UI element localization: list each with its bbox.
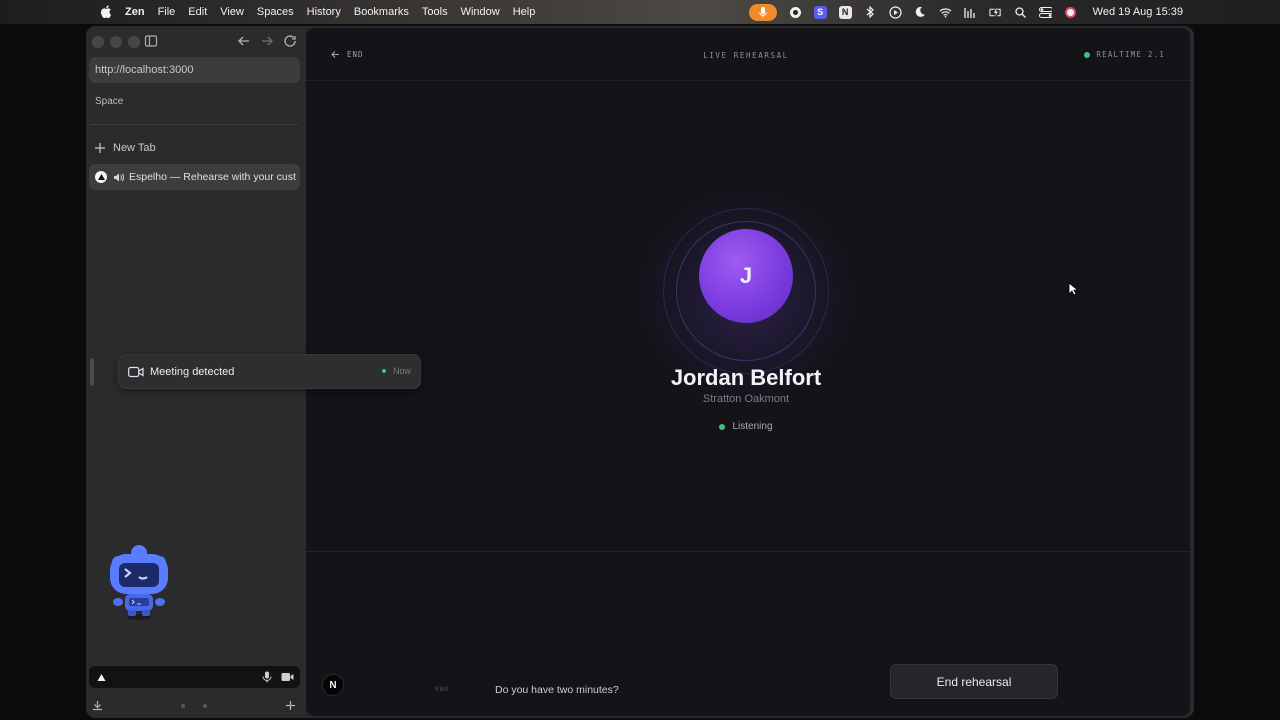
menu-edit[interactable]: Edit (188, 6, 207, 18)
record-icon[interactable] (789, 6, 802, 19)
menu-clock[interactable]: Wed 19 Aug 15:39 (1093, 6, 1183, 18)
mic-in-use-icon[interactable] (748, 3, 777, 21)
battery-icon[interactable] (989, 6, 1002, 19)
sidebar-toggle-icon[interactable] (144, 34, 158, 48)
company-name: Stratton Oakmont (702, 393, 790, 405)
vercel-favicon-icon (95, 171, 107, 183)
sidebar-resize-handle[interactable] (90, 358, 94, 386)
end-rehearsal-button[interactable]: End rehearsal (890, 664, 1058, 699)
notion-icon[interactable]: N (838, 5, 852, 19)
play-icon[interactable] (889, 5, 902, 19)
close-window-button[interactable] (92, 36, 104, 48)
plus-icon (95, 143, 105, 153)
menu-view[interactable]: View (220, 6, 244, 18)
notification-dot (381, 369, 386, 373)
robot-mascot-icon[interactable] (106, 544, 172, 622)
menu-window[interactable]: Window (461, 6, 500, 18)
url-bar[interactable]: http://localhost:3000 (89, 57, 300, 83)
mouse-cursor-icon (1068, 282, 1078, 296)
workspace-dot-2[interactable] (203, 704, 207, 708)
camera-icon[interactable] (281, 672, 294, 682)
notification-title: Meeting detected (150, 365, 235, 378)
menu-file[interactable]: File (158, 6, 176, 18)
browser-window: http://localhost:3000 Space New Tab Espe… (86, 26, 1194, 718)
sidebar-footer (86, 698, 306, 714)
speaker-icon[interactable] (113, 172, 124, 183)
avatar: J (699, 229, 793, 323)
tab-espelho[interactable]: Espelho — Rehearse with your cust (89, 164, 300, 190)
status-dot (1084, 51, 1091, 58)
control-center-icon[interactable] (1038, 6, 1052, 19)
vercel-logo-icon[interactable] (97, 673, 106, 682)
listening-label: Listening (732, 421, 773, 432)
menu-tools[interactable]: Tools (422, 6, 448, 18)
transcript-line: Do you have two minutes? (495, 684, 619, 696)
tab-title: Espelho — Rehearse with your cust (129, 171, 296, 183)
space-label: Space (95, 96, 124, 107)
download-icon[interactable] (92, 700, 103, 711)
wifi-icon[interactable] (939, 6, 952, 19)
apple-logo-icon[interactable] (100, 5, 112, 18)
notification-time: Now (381, 366, 411, 376)
menu-bookmarks[interactable]: Bookmarks (354, 6, 409, 18)
zoom-window-button[interactable] (128, 36, 140, 48)
moon-icon[interactable] (914, 6, 927, 19)
microphone-icon[interactable] (262, 671, 272, 683)
add-workspace-icon[interactable] (285, 700, 296, 711)
bar-chart-icon[interactable] (964, 6, 977, 19)
window-controls (92, 36, 146, 48)
notification-time-label: Now (392, 366, 411, 376)
meeting-detected-notification[interactable]: Meeting detected Now (118, 354, 421, 389)
new-tab-button[interactable]: New Tab (95, 142, 156, 154)
reload-icon[interactable] (282, 33, 298, 49)
video-camera-icon (128, 366, 144, 377)
content-divider (306, 551, 1190, 552)
listening-dot (719, 423, 726, 430)
menu-app-name[interactable]: Zen (125, 6, 145, 18)
menu-bar: Zen File Edit View Spaces History Bookma… (0, 0, 1280, 24)
stack-icon[interactable]: S (813, 5, 827, 19)
forward-arrow-icon[interactable] (259, 33, 275, 49)
menu-history[interactable]: History (307, 6, 341, 18)
next-dev-badge[interactable]: N (322, 674, 344, 696)
model-status: REALTIME 2.1 (1084, 50, 1165, 59)
workspace-dot-1[interactable] (181, 704, 185, 708)
minimize-window-button[interactable] (110, 36, 122, 48)
new-tab-label: New Tab (113, 142, 156, 154)
sidebar-bottom-bar (89, 666, 300, 688)
search-icon[interactable] (1014, 6, 1027, 19)
person-name: Jordan Belfort (670, 365, 822, 390)
listening-status: Listening (306, 421, 1186, 432)
model-label: REALTIME 2.1 (1096, 50, 1165, 59)
page-title: LIVE REHEARSAL (703, 51, 789, 60)
bluetooth-icon[interactable] (864, 6, 877, 19)
rehearsal-page: END LIVE REHEARSAL REALTIME 2.1 J Jordan… (306, 28, 1190, 716)
speaker-label: YOU (435, 686, 449, 693)
back-arrow-icon[interactable] (236, 33, 252, 49)
siri-icon[interactable] (1064, 6, 1077, 19)
menu-help[interactable]: Help (513, 6, 536, 18)
menu-spaces[interactable]: Spaces (257, 6, 294, 18)
rehearsal-header: END LIVE REHEARSAL REALTIME 2.1 (306, 28, 1190, 81)
sidebar-divider (90, 124, 298, 125)
